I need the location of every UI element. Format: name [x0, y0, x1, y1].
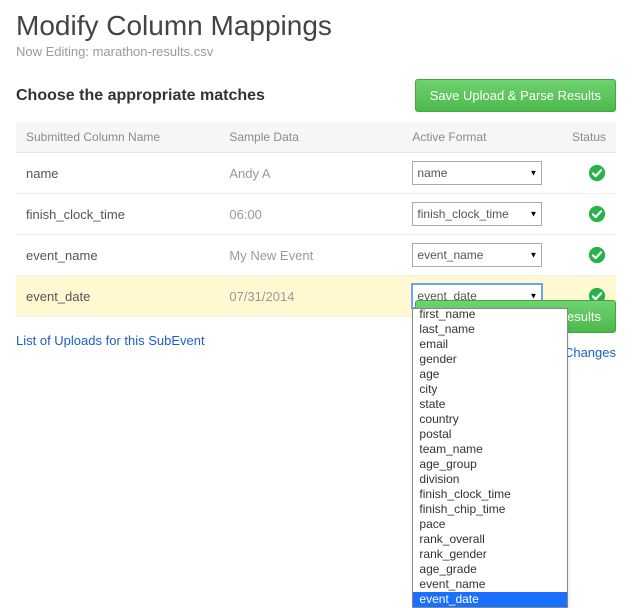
dropdown-option[interactable]: finish_chip_time [413, 502, 567, 517]
col-format: event_datefirst_namelast_nameemailgender… [402, 276, 555, 317]
table-row: finish_clock_time06:00finish_clock_time [16, 194, 616, 235]
page-title: Modify Column Mappings [16, 10, 616, 42]
dropdown-option[interactable]: email [413, 337, 567, 352]
dropdown-option[interactable]: finish_clock_time [413, 487, 567, 502]
col-status [555, 235, 616, 276]
col-submitted: name [16, 153, 219, 194]
dropdown-option[interactable]: rank_gender [413, 547, 567, 562]
dropdown-option[interactable]: first_name [413, 308, 567, 322]
col-format: name [402, 153, 555, 194]
dropdown-option[interactable]: country [413, 412, 567, 427]
th-format: Active Format [402, 122, 555, 153]
col-status [555, 194, 616, 235]
col-submitted: event_date [16, 276, 219, 317]
col-format: event_name [402, 235, 555, 276]
col-submitted: finish_clock_time [16, 194, 219, 235]
th-sample: Sample Data [219, 122, 402, 153]
col-sample: My New Event [219, 235, 402, 276]
dropdown-option[interactable]: postal [413, 427, 567, 442]
table-row: nameAndy Aname [16, 153, 616, 194]
dropdown-option[interactable]: pace [413, 517, 567, 532]
format-dropdown[interactable]: first_namelast_nameemailgenderagecitysta… [412, 308, 568, 608]
dropdown-option[interactable]: rank_overall [413, 532, 567, 547]
dropdown-option[interactable]: division [413, 472, 567, 487]
dropdown-option[interactable]: event_name [413, 577, 567, 592]
mapping-table: Submitted Column Name Sample Data Active… [16, 122, 616, 317]
check-icon [588, 205, 606, 223]
dropdown-option[interactable]: event_date [413, 592, 567, 607]
save-button[interactable]: Save Upload & Parse Results [415, 79, 616, 112]
dropdown-option[interactable]: age_group [413, 457, 567, 472]
dropdown-option[interactable]: team_name [413, 442, 567, 457]
table-row: event_nameMy New Eventevent_name [16, 235, 616, 276]
th-submitted: Submitted Column Name [16, 122, 219, 153]
dropdown-option[interactable]: gender [413, 352, 567, 367]
format-select[interactable]: name [412, 161, 542, 185]
col-submitted: event_name [16, 235, 219, 276]
check-icon [588, 246, 606, 264]
dropdown-option[interactable]: age [413, 367, 567, 382]
section-title: Choose the appropriate matches [16, 87, 265, 105]
dropdown-option[interactable]: age_grade [413, 562, 567, 577]
table-row: event_date07/31/2014event_datefirst_name… [16, 276, 616, 317]
subtitle: Now Editing: marathon-results.csv [16, 44, 616, 59]
col-sample: Andy A [219, 153, 402, 194]
format-select[interactable]: event_name [412, 243, 542, 267]
uploads-link[interactable]: List of Uploads for this SubEvent [16, 333, 205, 348]
col-sample: 06:00 [219, 194, 402, 235]
dropdown-option[interactable]: state [413, 397, 567, 412]
check-icon [588, 164, 606, 182]
dropdown-option[interactable]: city [413, 382, 567, 397]
th-status: Status [555, 122, 616, 153]
col-format: finish_clock_time [402, 194, 555, 235]
col-sample: 07/31/2014 [219, 276, 402, 317]
format-select[interactable]: finish_clock_time [412, 202, 542, 226]
col-status [555, 153, 616, 194]
dropdown-option[interactable]: last_name [413, 322, 567, 337]
